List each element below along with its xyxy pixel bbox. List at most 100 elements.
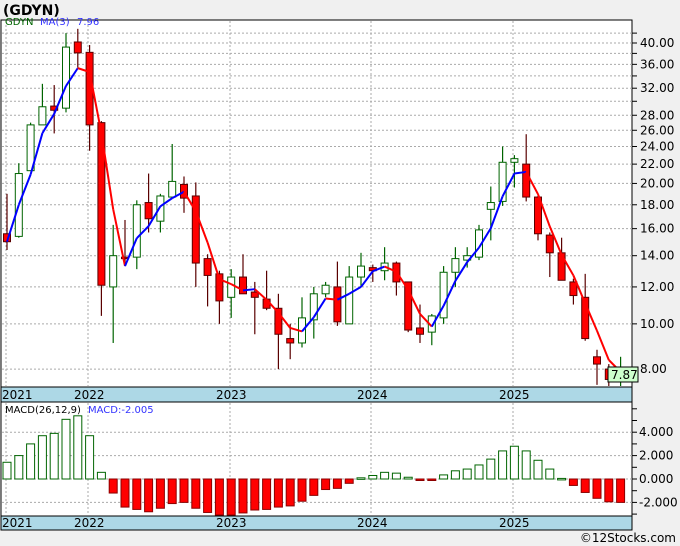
macd-bar-negative [203, 478, 213, 513]
legend-ma-value: 7.96 [77, 17, 99, 28]
macd-bar-negative [332, 478, 342, 489]
candle-body [227, 276, 236, 298]
macd-bar-positive [37, 435, 47, 480]
candle-body [357, 265, 365, 278]
macd-bar-positive [403, 476, 413, 480]
price-tick-label: 8.00 [640, 362, 667, 376]
legend-symbol: GDYN [5, 17, 34, 28]
macd-bar-negative [568, 478, 578, 486]
macd-bar-negative [238, 478, 248, 514]
macd-bar-negative [155, 478, 165, 509]
macd-bar-positive [380, 471, 390, 480]
macd-axis: 4.000 2.000 0.000 -2.000 [632, 408, 678, 515]
macd-legend-label: MACD(26,12,9) [5, 405, 81, 416]
price-tick-label: 14.00 [640, 249, 674, 263]
macd-bar-negative [120, 478, 130, 508]
macd-bar-positive [85, 435, 95, 480]
macd-bar-negative [297, 478, 307, 502]
stock-chart: (GDYN) 40.0036.0032.0028.0026.0024.0022.… [0, 0, 680, 546]
macd-bar-negative [191, 478, 201, 509]
macd-bar-positive [509, 445, 519, 480]
macd-bar-negative [132, 478, 142, 510]
macd-tick-label: 2.000 [639, 449, 673, 463]
macd-bar-negative [226, 478, 236, 516]
candle-body [109, 255, 118, 288]
macd-bar-negative [344, 478, 354, 484]
candle-body [557, 252, 566, 281]
macd-bar-negative [415, 478, 425, 481]
macd-panel [0, 401, 633, 517]
macd-bar-positive [368, 474, 378, 480]
macd-bar-positive [474, 464, 484, 480]
price-tick-label: 32.00 [640, 81, 674, 95]
legend-ma-label: MA(3) [40, 17, 70, 28]
ma-segment [325, 297, 338, 301]
price-tick-label: 16.00 [640, 222, 674, 236]
year-label: 2023 [216, 388, 247, 402]
macd-bar-positive [356, 477, 366, 480]
price-tick-label: 20.00 [640, 176, 674, 190]
candle-body [345, 276, 354, 325]
macd-bar-negative [580, 478, 590, 493]
macd-bar-positive [533, 459, 543, 480]
price-tick-label: 36.00 [640, 57, 674, 71]
macd-tick-label: 0.000 [639, 472, 673, 486]
macd-bar-negative [616, 478, 626, 503]
candle-body [569, 281, 578, 297]
candle-body [593, 356, 601, 365]
macd-bar-negative [167, 478, 177, 505]
macd-bar-negative [592, 478, 602, 499]
year-label: 2021 [2, 516, 33, 530]
macd-tick-label: -2.000 [639, 495, 678, 509]
price-tick-label: 12.00 [640, 280, 674, 294]
macd-bar-negative [262, 478, 272, 510]
price-tick-label: 18.00 [640, 198, 674, 212]
macd-bar-positive [73, 415, 83, 480]
macd-bar-positive [462, 468, 472, 480]
macd-bar-negative [179, 478, 189, 503]
macd-bar-positive [26, 443, 36, 480]
macd-bar-positive [557, 477, 567, 481]
macd-bar-positive [96, 471, 106, 480]
year-label: 2024 [357, 388, 388, 402]
ma-segment [242, 288, 255, 292]
footer-copyright: ©12Stocks.com [580, 531, 676, 545]
year-label: 2022 [74, 388, 105, 402]
candle-body [38, 106, 47, 126]
year-label: 2022 [74, 516, 105, 530]
candle-body [168, 180, 177, 198]
candle-body [132, 204, 141, 258]
macd-bar-positive [2, 461, 12, 480]
macd-bar-negative [309, 478, 319, 496]
macd-legend-value: MACD:-2.005 [88, 405, 154, 416]
candle-body [486, 202, 495, 210]
candle-body [239, 276, 247, 295]
macd-bar-negative [321, 478, 331, 491]
macd-tick-label: 4.000 [639, 425, 673, 439]
year-label: 2024 [357, 516, 388, 530]
candle-up [439, 266, 448, 324]
macd-bar-negative [214, 478, 224, 516]
candle-body [451, 258, 460, 273]
price-tick-label: 22.00 [640, 157, 674, 171]
macd-bar-positive [14, 455, 24, 480]
price-tick-label: 24.00 [640, 139, 674, 153]
price-tick-label: 40.00 [640, 36, 674, 50]
macd-bar-negative [604, 478, 614, 503]
last-price-label: 7.87 [611, 368, 638, 382]
candle-body [510, 158, 519, 163]
macd-bar-negative [144, 478, 154, 513]
macd-bar-positive [450, 470, 460, 480]
candle-body [416, 327, 424, 335]
macd-bar-positive [486, 458, 496, 480]
year-label: 2025 [499, 516, 530, 530]
candle-body [250, 291, 259, 298]
price-tick-label: 26.00 [640, 123, 674, 137]
year-label: 2023 [216, 516, 247, 530]
candle-body [545, 234, 554, 254]
macd-bar-positive [61, 418, 71, 480]
year-label: 2021 [2, 388, 33, 402]
candle-body [144, 202, 153, 220]
macd-bar-negative [285, 478, 295, 507]
macd-bar-positive [545, 468, 555, 480]
